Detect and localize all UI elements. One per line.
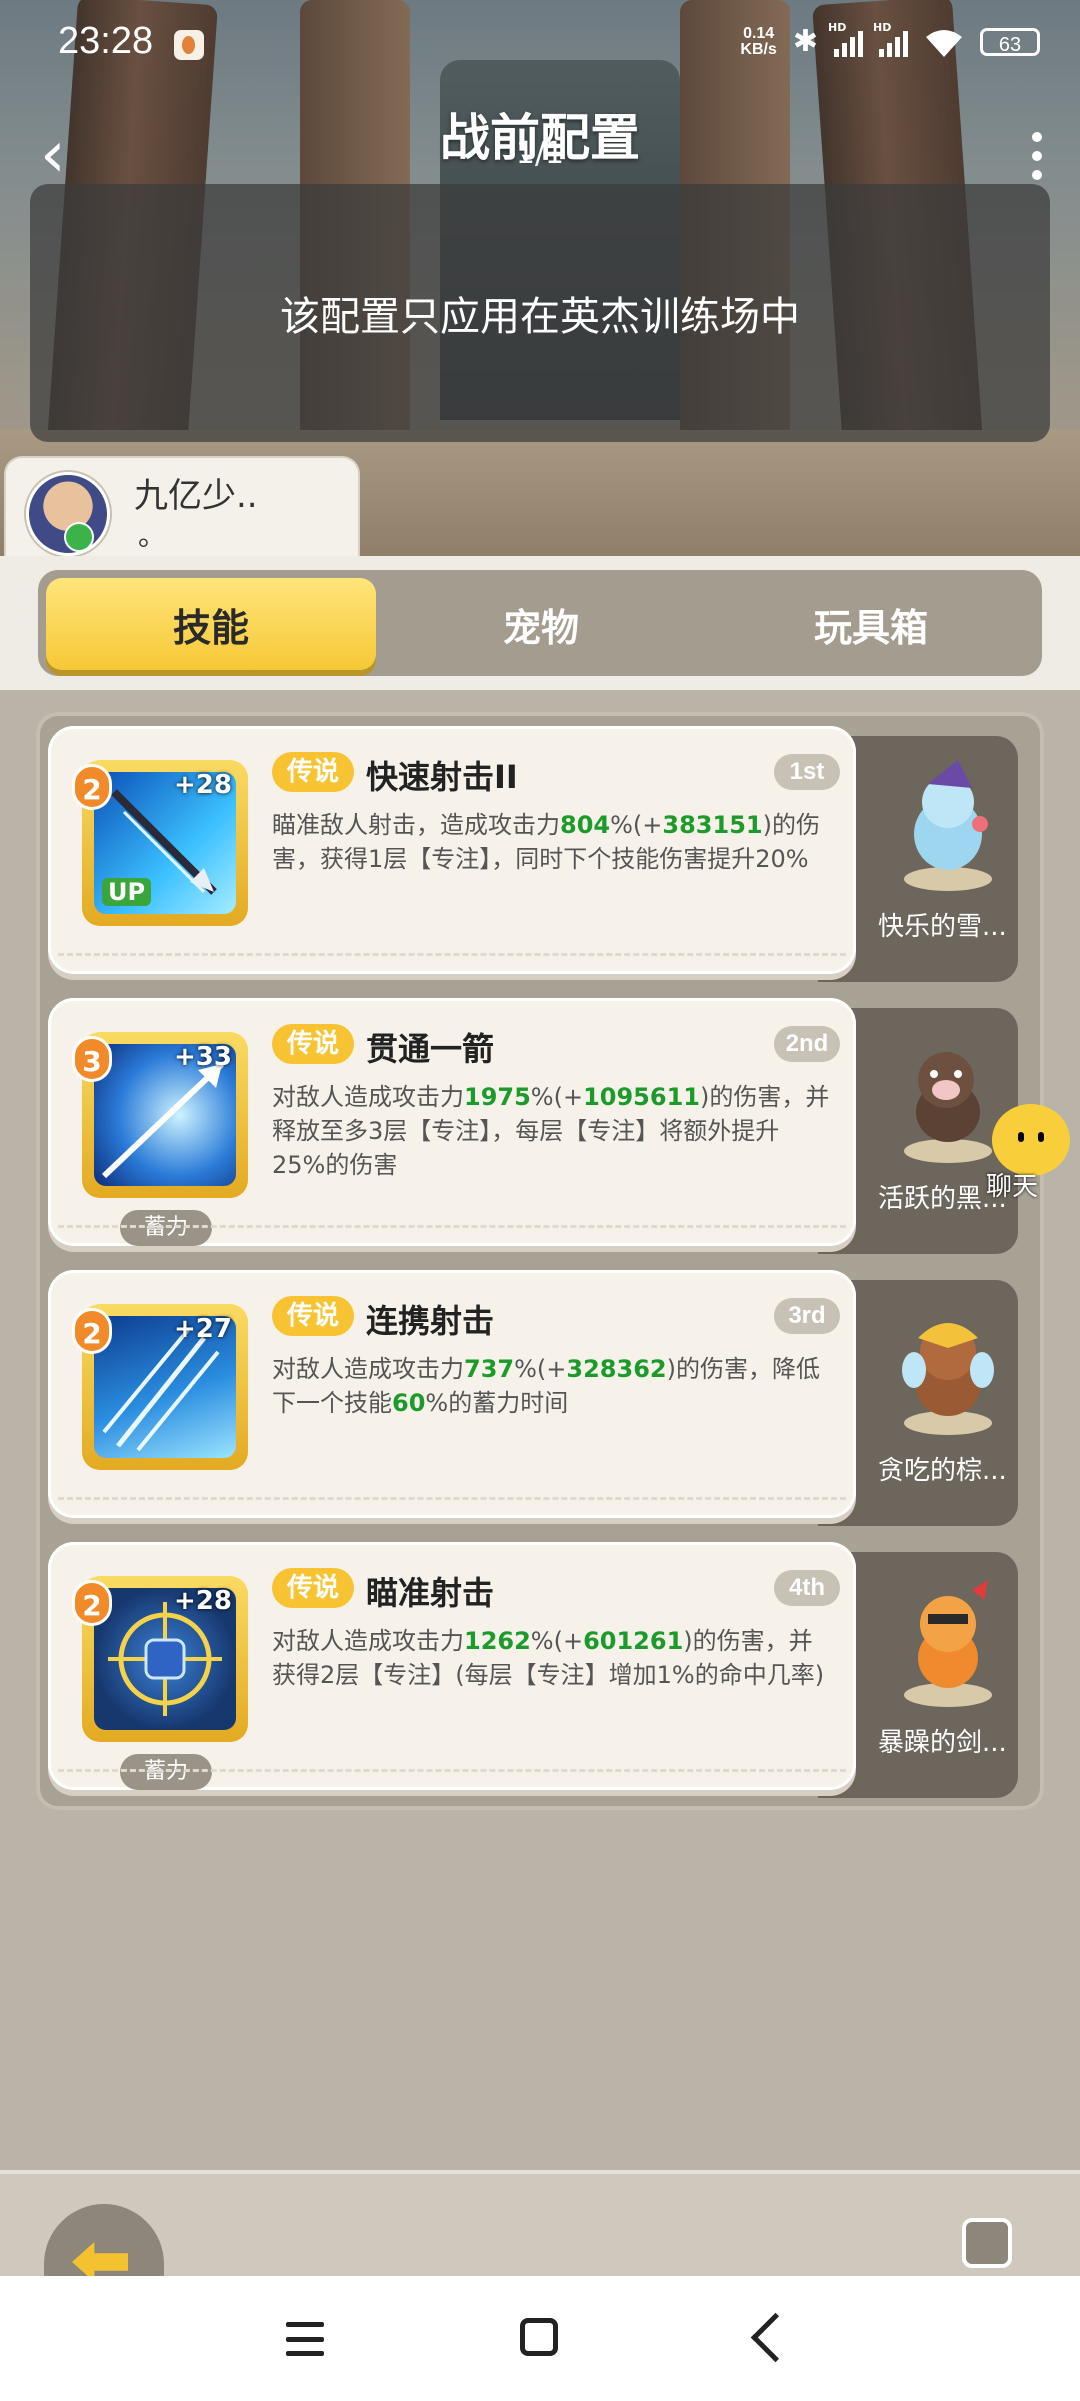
player-subtext: 。 xyxy=(138,519,167,552)
skill-plus-level: +28 xyxy=(174,1586,232,1616)
skill-name: 瞄准射击 xyxy=(366,1574,495,1612)
skill-description: 对敌人造成攻击力737%(+328362)的伤害，降低下一个技能60%的蓄力时间 xyxy=(272,1355,820,1417)
signal-icon-2: HD xyxy=(873,21,908,57)
skill-name: 连携射击 xyxy=(366,1302,495,1340)
status-time: 23:28 xyxy=(58,20,154,62)
pet-name: 贪吃的棕... xyxy=(878,1456,1007,1486)
charge-tag: 蓄力 xyxy=(120,1210,212,1246)
pet-sword-cat-icon xyxy=(904,1580,992,1707)
network-speed: 0.14 KB/s xyxy=(740,24,777,58)
skill-plus-level: +33 xyxy=(174,1042,232,1072)
skill-card[interactable]: 2 +27 传说 连携射击 3rd 对敌人造成攻击力737%(+328362)的… xyxy=(48,1270,856,1518)
skill-description: 对敌人造成攻击力1262%(+601261)的伤害，并获得2层【专注】(每层【专… xyxy=(272,1627,825,1689)
pet-name: 快乐的雪... xyxy=(878,912,1007,942)
skill-description: 瞄准敌人射击，造成攻击力804%(+383151)的伤害，获得1层【专注】，同时… xyxy=(272,811,820,873)
skill-rank: 4th xyxy=(774,1570,840,1606)
status-bar: 23:28 0.14 KB/s ✱ HD HD 63 xyxy=(0,0,1080,90)
skill-row[interactable]: 贪吃的棕... 2 +27 传说 连携射击 3rd 对敌人造成攻击力737%(+… xyxy=(48,1270,1028,1526)
player-name: 九亿少.. xyxy=(134,476,258,516)
player-card[interactable]: 九亿少.. 。 xyxy=(4,456,360,562)
skill-card[interactable]: 3 +33 蓄力 传说 贯通一箭 2nd 对敌人造成攻击力1975%(+1095… xyxy=(48,998,856,1246)
skill-name: 贯通一箭 xyxy=(366,1030,495,1068)
skill-plus-level: +28 xyxy=(174,770,232,800)
skill-card[interactable]: 2 +28 蓄力 传说 瞄准射击 4th 对敌人造成攻击力1262%(+6012… xyxy=(48,1542,856,1790)
config-notice: 该配置只应用在英杰训练场中 xyxy=(30,184,1050,442)
system-back-icon[interactable] xyxy=(750,2312,801,2363)
rarity-badge: 传说 xyxy=(272,1296,354,1336)
skill-level-badge: 2 xyxy=(72,1580,112,1626)
bluetooth-icon: ✱ xyxy=(792,24,818,59)
chat-label: 聊天 xyxy=(986,1172,1039,1202)
skill-card[interactable]: 2 +28 UP 传说 快速射击II 1st 瞄准敌人射击，造成攻击力804%(… xyxy=(48,726,856,974)
tab-toybox[interactable]: 玩具箱 xyxy=(706,578,1036,670)
chat-button[interactable]: 聊天 xyxy=(986,1104,1078,1202)
rarity-badge: 传说 xyxy=(272,1568,354,1608)
skill-row[interactable]: 快乐的雪... 2 +28 UP 传说 快速射击II 1st 瞄准敌人射击，造成… xyxy=(48,726,1028,982)
pet-brown-bear-icon xyxy=(902,1323,994,1435)
skill-level-badge: 2 xyxy=(72,764,112,810)
app-notification-icon xyxy=(174,30,204,60)
square-menu-icon[interactable] xyxy=(962,2218,1012,2268)
skill-plus-level: +27 xyxy=(174,1314,232,1344)
skill-row[interactable]: 活跃的黑... 3 +33 蓄力 传说 贯通一箭 2nd 对敌人造成攻击力197… xyxy=(48,998,1028,1254)
skill-level-badge: 3 xyxy=(72,1036,112,1082)
signal-icon: HD xyxy=(828,21,863,57)
tab-pets[interactable]: 宠物 xyxy=(376,578,706,670)
page-indicator: 1/1 xyxy=(515,136,565,171)
skill-name: 快速射击II xyxy=(366,758,518,796)
pet-name: 暴躁的剑... xyxy=(878,1728,1007,1758)
rarity-badge: 传说 xyxy=(272,1024,354,1064)
rarity-badge: 传说 xyxy=(272,752,354,792)
recent-apps-icon[interactable] xyxy=(286,2322,324,2356)
wifi-icon xyxy=(924,27,964,57)
online-badge-icon xyxy=(64,522,94,552)
more-options-button[interactable] xyxy=(1022,132,1052,180)
charge-tag: 蓄力 xyxy=(120,1754,212,1790)
home-icon[interactable] xyxy=(520,2318,558,2356)
skill-level-badge: 2 xyxy=(72,1308,112,1354)
skill-row[interactable]: 暴躁的剑... 2 +28 蓄力 传说 瞄准射击 4th 对敌人造成攻击力126… xyxy=(48,1542,1028,1798)
skill-rank: 3rd xyxy=(774,1298,840,1334)
skill-rank: 2nd xyxy=(774,1026,840,1062)
upgrade-tag: UP xyxy=(102,878,152,906)
tab-skills[interactable]: 技能 xyxy=(46,578,376,670)
pet-snow-creature-icon xyxy=(904,760,992,891)
skill-description: 对敌人造成攻击力1975%(+1095611)的伤害，并释放至多3层【专注】，每… xyxy=(272,1083,830,1179)
system-navigation-bar xyxy=(0,2276,1080,2401)
skill-rank: 1st xyxy=(774,754,840,790)
battery-icon: 63 xyxy=(980,27,1040,56)
